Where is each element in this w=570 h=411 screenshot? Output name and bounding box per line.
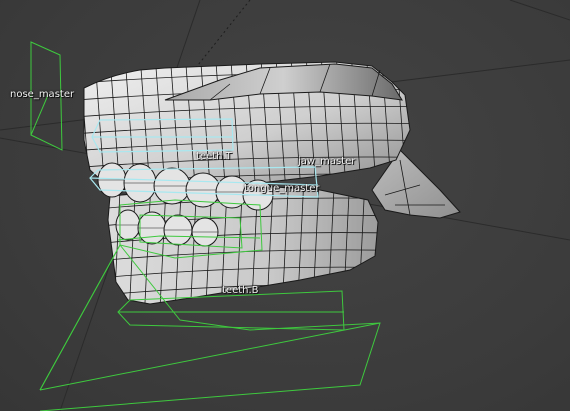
3d-viewport[interactable]: nose_master teeth.T jaw_master tongue_ma… — [0, 0, 570, 411]
viewport-canvas[interactable] — [0, 0, 570, 411]
bone-nose-master — [30, 41, 63, 151]
